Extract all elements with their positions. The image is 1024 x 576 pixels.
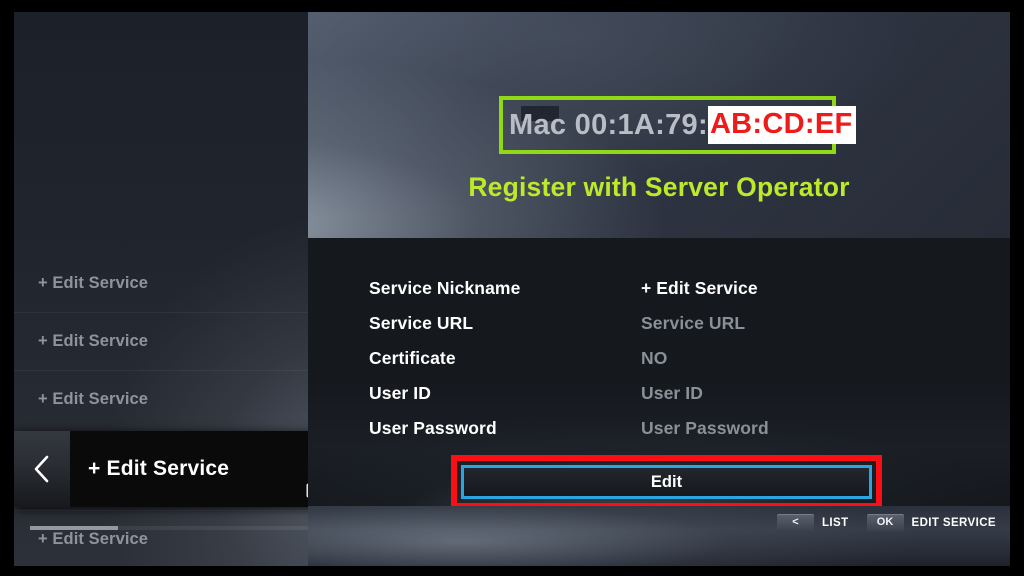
key-ok-icon[interactable]: OK (866, 514, 904, 531)
bottom-hint-bar: < LIST OK EDIT SERVICE (308, 506, 1010, 566)
detail-panel: Mac 00:1A:79: AB:CD:EF Register with Serv… (308, 12, 1010, 566)
sidebar-scrollbar-thumb[interactable] (30, 526, 118, 530)
app-frame: + Edit Service + Edit Service + Edit Ser… (14, 12, 1010, 566)
edit-button[interactable]: Edit (461, 465, 872, 499)
form-value-user-password: User Password (641, 418, 769, 438)
sidebar-item-label: + Edit Service (38, 273, 149, 292)
form-label-service-url: Service URL (369, 313, 474, 333)
hero-subtitle: Register with Server Operator (468, 172, 850, 202)
edit-button-label: Edit (650, 472, 683, 491)
hint-label-edit-service: EDIT SERVICE (911, 516, 996, 529)
key-back-icon[interactable]: < (777, 514, 814, 531)
form-row-service-url[interactable]: Service URL Service URL (308, 313, 1010, 348)
hint-label-list: LIST (822, 516, 849, 529)
service-form: Service Nickname + Edit Service Service … (308, 238, 1010, 509)
form-value-user-id: User ID (641, 383, 703, 403)
sidebar-item-label: + Edit Service (38, 530, 149, 548)
form-row-certificate[interactable]: Certificate NO (308, 348, 1010, 383)
mac-address: Mac 00:1A:79: AB:CD:EF (509, 105, 857, 145)
sidebar-item-edit-service-3[interactable]: + Edit Service (14, 370, 308, 428)
form-value-service-url: Service URL (641, 313, 746, 333)
hint-group: < LIST OK EDIT SERVICE (777, 514, 996, 531)
form-value-service-nickname: + Edit Service (641, 278, 758, 298)
sidebar-item-label: + Edit Service (38, 332, 149, 350)
chevron-left-icon[interactable] (14, 431, 70, 507)
form-row-user-password[interactable]: User Password User Password (308, 418, 1010, 453)
sidebar-selected-item-label: + Edit Service (88, 457, 230, 480)
mac-address-suffix: AB:CD:EF (707, 106, 857, 144)
sidebar-item-label: + Edit Service (38, 390, 149, 408)
form-row-service-nickname[interactable]: Service Nickname + Edit Service (308, 278, 1010, 313)
form-label-certificate: Certificate (369, 348, 456, 368)
form-label-service-nickname: Service Nickname (369, 278, 521, 298)
mac-address-prefix: Mac 00:1A:79: (509, 108, 708, 141)
sidebar-item-edit-service-4[interactable]: + Edit Service (14, 510, 308, 566)
hero-banner: Mac 00:1A:79: AB:CD:EF Register with Serv… (308, 12, 1010, 238)
form-label-user-id: User ID (369, 383, 431, 403)
form-label-user-password: User Password (369, 418, 497, 438)
form-row-user-id[interactable]: User ID User ID (308, 383, 1010, 418)
form-value-certificate: NO (641, 348, 668, 368)
sidebar-selected-item[interactable]: + Edit Service (14, 431, 338, 507)
sidebar-item-edit-service-2[interactable]: + Edit Service (14, 312, 308, 370)
sidebar-item-edit-service-1[interactable]: + Edit Service (14, 254, 308, 312)
tv-screen: + Edit Service + Edit Service + Edit Ser… (0, 0, 1024, 576)
